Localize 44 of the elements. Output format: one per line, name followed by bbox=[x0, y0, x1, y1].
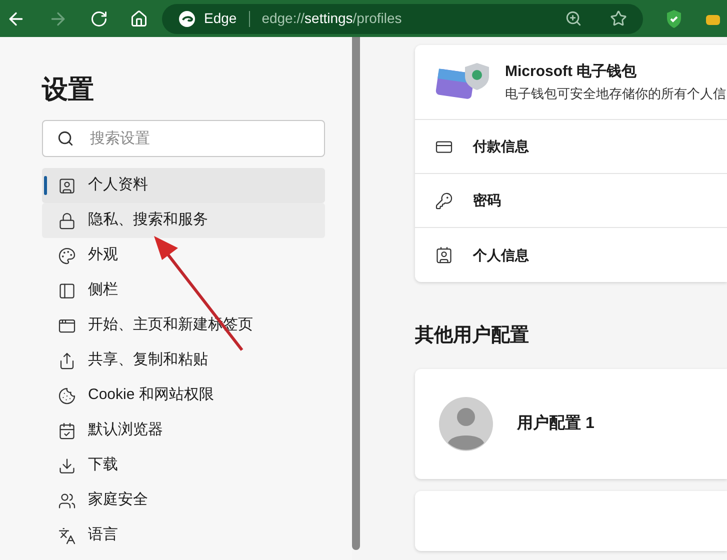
refresh-icon[interactable] bbox=[90, 10, 108, 28]
settings-title: 设置 bbox=[42, 73, 95, 106]
section-heading: 其他用户配置 bbox=[415, 324, 530, 348]
address-bar[interactable]: Edge edge://settings/profiles bbox=[162, 4, 643, 34]
address-text: edge://settings/profiles bbox=[262, 9, 402, 28]
window-icon bbox=[58, 316, 76, 334]
profile-card[interactable]: 用户配置 1 bbox=[415, 368, 727, 478]
wallet-description: 电子钱包可安全地存储你的所有个人信 bbox=[505, 84, 726, 102]
search-icon bbox=[57, 130, 74, 147]
share-icon bbox=[58, 352, 76, 370]
avatar-icon bbox=[439, 396, 493, 450]
sidebar-item[interactable]: Cookie 和网站权限 bbox=[42, 378, 325, 413]
people-icon bbox=[58, 492, 76, 510]
sidebar-item[interactable]: 默认浏览器 bbox=[42, 413, 325, 448]
search-field[interactable]: 搜索设置 bbox=[42, 120, 325, 157]
browser-logo-icon bbox=[178, 10, 196, 28]
sidebar-item[interactable]: 隐私、搜索和服务 bbox=[42, 203, 325, 238]
sidebar-item[interactable]: 外观 bbox=[42, 238, 325, 273]
browser-name: Edge bbox=[204, 9, 237, 28]
sidebar-item[interactable]: 个人资料 bbox=[42, 168, 325, 203]
wallet-title: Microsoft 电子钱包 bbox=[505, 62, 638, 82]
scrollbar[interactable] bbox=[352, 37, 360, 550]
wallet-row[interactable]: 个人信息 bbox=[415, 228, 727, 282]
sidebar-icon bbox=[58, 282, 76, 300]
palette-icon bbox=[58, 246, 76, 264]
browser-check-icon bbox=[58, 422, 76, 440]
download-icon bbox=[58, 456, 76, 474]
language-icon bbox=[58, 526, 76, 544]
zoom-icon[interactable] bbox=[565, 10, 582, 27]
sidebar-item[interactable]: 共享、复制和粘贴 bbox=[42, 343, 325, 378]
key-icon bbox=[435, 192, 453, 210]
profile-icon bbox=[58, 176, 76, 194]
lock-icon bbox=[58, 212, 76, 230]
shield-check-icon[interactable] bbox=[665, 8, 683, 28]
cookie-icon bbox=[58, 386, 76, 404]
contact-icon bbox=[435, 246, 453, 264]
favorite-star-icon[interactable] bbox=[610, 10, 627, 27]
sidebar-item[interactable]: 下载 bbox=[42, 448, 325, 483]
sidebar-item[interactable]: 侧栏 bbox=[42, 273, 325, 308]
sidebar-item[interactable]: 语言 bbox=[42, 518, 325, 553]
wallet-row[interactable]: 密码 bbox=[415, 174, 727, 228]
home-icon[interactable] bbox=[130, 10, 148, 28]
sidebar-item[interactable]: 家庭安全 bbox=[42, 483, 325, 518]
wallet-row[interactable]: 付款信息 bbox=[415, 120, 727, 174]
